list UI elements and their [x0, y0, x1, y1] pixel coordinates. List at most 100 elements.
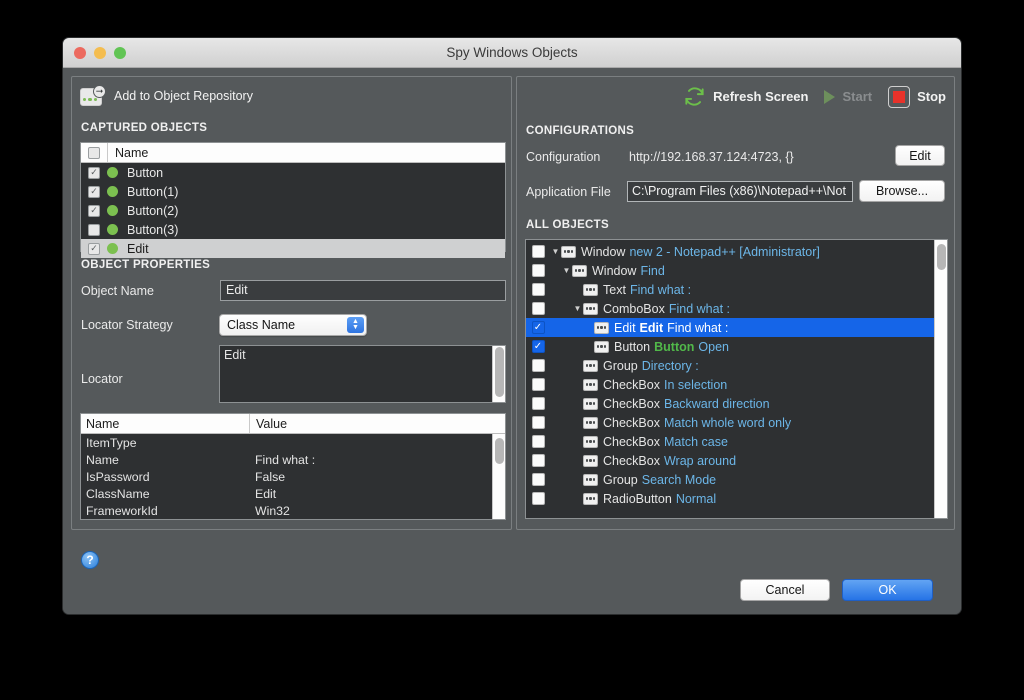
ok-button[interactable]: OK [842, 579, 933, 601]
tree-node-value: Backward direction [663, 396, 770, 411]
window-title: Spy Windows Objects [446, 45, 578, 60]
tree-row-checkbox[interactable] [526, 359, 550, 372]
chevron-down-icon[interactable]: ▼ [550, 247, 561, 256]
add-to-object-repository-button[interactable]: ➞ Add to Object Repository [80, 85, 253, 107]
locator-textarea[interactable]: Edit [219, 345, 506, 403]
captured-object-name: Button(3) [127, 222, 179, 237]
browse-button[interactable]: Browse... [859, 180, 945, 202]
start-button[interactable]: Start [824, 89, 872, 104]
property-row[interactable]: ItemType [81, 434, 492, 451]
stop-button[interactable]: Stop [888, 85, 946, 108]
row-checkbox[interactable]: ✓ [81, 166, 107, 179]
tree-row[interactable]: ▼▼ WindowFind [526, 261, 934, 280]
tree-row-checkbox[interactable] [526, 454, 550, 467]
status-dot-icon [107, 205, 118, 216]
row-checkbox[interactable]: ✓ [81, 185, 107, 198]
row-checkbox[interactable]: ✓ [81, 242, 107, 255]
element-icon [583, 435, 598, 448]
property-row[interactable]: ClassName Edit [81, 485, 492, 502]
tree-row[interactable]: ▼▼▼CheckBoxMatch whole word only [526, 413, 934, 432]
tree-row[interactable]: ▼▼▼CheckBoxWrap around [526, 451, 934, 470]
tree-indent: ▼ [572, 437, 583, 446]
tree-row-checkbox[interactable] [526, 397, 550, 410]
captured-object-row[interactable]: ✓ Button(3) [81, 220, 505, 239]
tree-row-checkbox[interactable] [526, 340, 550, 353]
tree-row[interactable]: ▼ Window new 2 - Notepad++ [Administrator] [526, 242, 934, 261]
tree-row-checkbox[interactable] [526, 435, 550, 448]
captured-object-name: Button [127, 165, 164, 180]
close-button[interactable] [74, 47, 86, 59]
captured-object-name: Button(1) [127, 184, 179, 199]
row-checkbox[interactable]: ✓ [81, 204, 107, 217]
tree-row-checkbox[interactable] [526, 264, 550, 277]
application-file-label: Application File [526, 185, 611, 199]
row-checkbox[interactable]: ✓ [81, 223, 107, 236]
tree-node-value: Normal [675, 491, 717, 506]
element-icon [594, 340, 609, 353]
tree-row-checkbox[interactable] [526, 283, 550, 296]
all-objects-tree[interactable]: ▼ Window new 2 - Notepad++ [Administrator]… [525, 239, 948, 519]
properties-table-body: ItemType Name Find what : IsPassword False Cl… [81, 434, 505, 519]
tree-row-checkbox[interactable] [526, 302, 550, 315]
application-file-input[interactable]: C:\Program Files (x86)\Notepad++\Not [627, 181, 853, 202]
captured-object-row[interactable]: ✓ Edit [81, 239, 505, 258]
tree-row[interactable]: ▼▼▼TextFind what : [526, 280, 934, 299]
stop-icon [888, 85, 911, 108]
property-row[interactable]: FrameworkId Win32 [81, 502, 492, 519]
edit-configuration-button[interactable]: Edit [895, 145, 945, 166]
tree-row[interactable]: ▼▼▼▼ButtonButtonOpen [526, 337, 934, 356]
configuration-value: http://192.168.37.124:4723, {} [629, 150, 794, 164]
tree-row[interactable]: ▼▼▼CheckBoxIn selection [526, 375, 934, 394]
help-button[interactable]: ? [81, 551, 99, 569]
locator-strategy-select[interactable]: Class Name ▲ ▼ [219, 314, 367, 336]
tree-node-value: Find [640, 263, 665, 278]
tree-row[interactable]: ▼▼▼CheckBoxBackward direction [526, 394, 934, 413]
property-row[interactable]: IsPassword False [81, 468, 492, 485]
properties-table[interactable]: Name Value ItemType Name Find what : IsPass… [80, 413, 506, 520]
cancel-button[interactable]: Cancel [740, 579, 830, 601]
zoom-button[interactable] [114, 47, 126, 59]
property-row[interactable]: AccessKeyAlt+f [81, 519, 492, 520]
all-objects-heading: ALL OBJECTS [526, 219, 609, 231]
chevron-down-icon[interactable]: ▼ [572, 304, 583, 313]
captured-object-row[interactable]: ✓ Button(1) [81, 182, 505, 201]
captured-object-row[interactable]: ✓ Button(2) [81, 201, 505, 220]
captured-objects-list[interactable]: ✓ Name ✓ Button ✓ Button(1) ✓ Button(2) ✓ Butto… [80, 142, 506, 258]
tree-indent: ▼ [561, 285, 572, 294]
column-header-name: Name [115, 145, 149, 160]
tree-row[interactable]: ▼▼▼GroupDirectory : [526, 356, 934, 375]
tree-row[interactable]: ▼▼▼RadioButtonNormal [526, 489, 934, 508]
tree-node-value: In selection [663, 377, 728, 392]
scrollbar-thumb[interactable] [937, 244, 946, 270]
tree-row[interactable]: ▼▼▼▼EditEditFind what : [526, 318, 934, 337]
element-icon [583, 378, 598, 391]
element-icon [583, 283, 598, 296]
tree-node-value: Search Mode [641, 472, 717, 487]
all-objects-tree-rows: ▼ Window new 2 - Notepad++ [Administrator]… [526, 240, 934, 518]
object-name-input[interactable]: Edit [220, 280, 506, 301]
tree-row-checkbox[interactable] [526, 321, 550, 334]
chevron-down-icon[interactable]: ▼ [561, 266, 572, 275]
tree-row[interactable]: ▼▼▼CheckBoxMatch case [526, 432, 934, 451]
tree-row-checkbox[interactable] [526, 378, 550, 391]
select-all-checkbox[interactable]: ✓ [81, 146, 107, 159]
tree-scrollbar[interactable] [934, 240, 947, 518]
tree-row-checkbox[interactable] [526, 245, 550, 258]
refresh-screen-button[interactable]: Refresh Screen [683, 85, 808, 108]
tree-row-checkbox[interactable] [526, 473, 550, 486]
tree-indent: ▼ [561, 494, 572, 503]
tree-row[interactable]: ▼▼▼GroupSearch Mode [526, 470, 934, 489]
tree-row[interactable]: ▼▼▼ComboBoxFind what : [526, 299, 934, 318]
add-to-repository-icon: ➞ [80, 85, 106, 107]
scrollbar-thumb[interactable] [495, 347, 504, 397]
locator-label: Locator [81, 372, 123, 386]
properties-scrollbar[interactable] [492, 434, 505, 519]
captured-object-row[interactable]: ✓ Button [81, 163, 505, 182]
minimize-button[interactable] [94, 47, 106, 59]
scrollbar-thumb[interactable] [495, 438, 504, 464]
properties-table-header: Name Value [81, 414, 505, 434]
property-row[interactable]: Name Find what : [81, 451, 492, 468]
tree-row-checkbox[interactable] [526, 416, 550, 429]
locator-scrollbar[interactable] [492, 346, 505, 402]
tree-row-checkbox[interactable] [526, 492, 550, 505]
